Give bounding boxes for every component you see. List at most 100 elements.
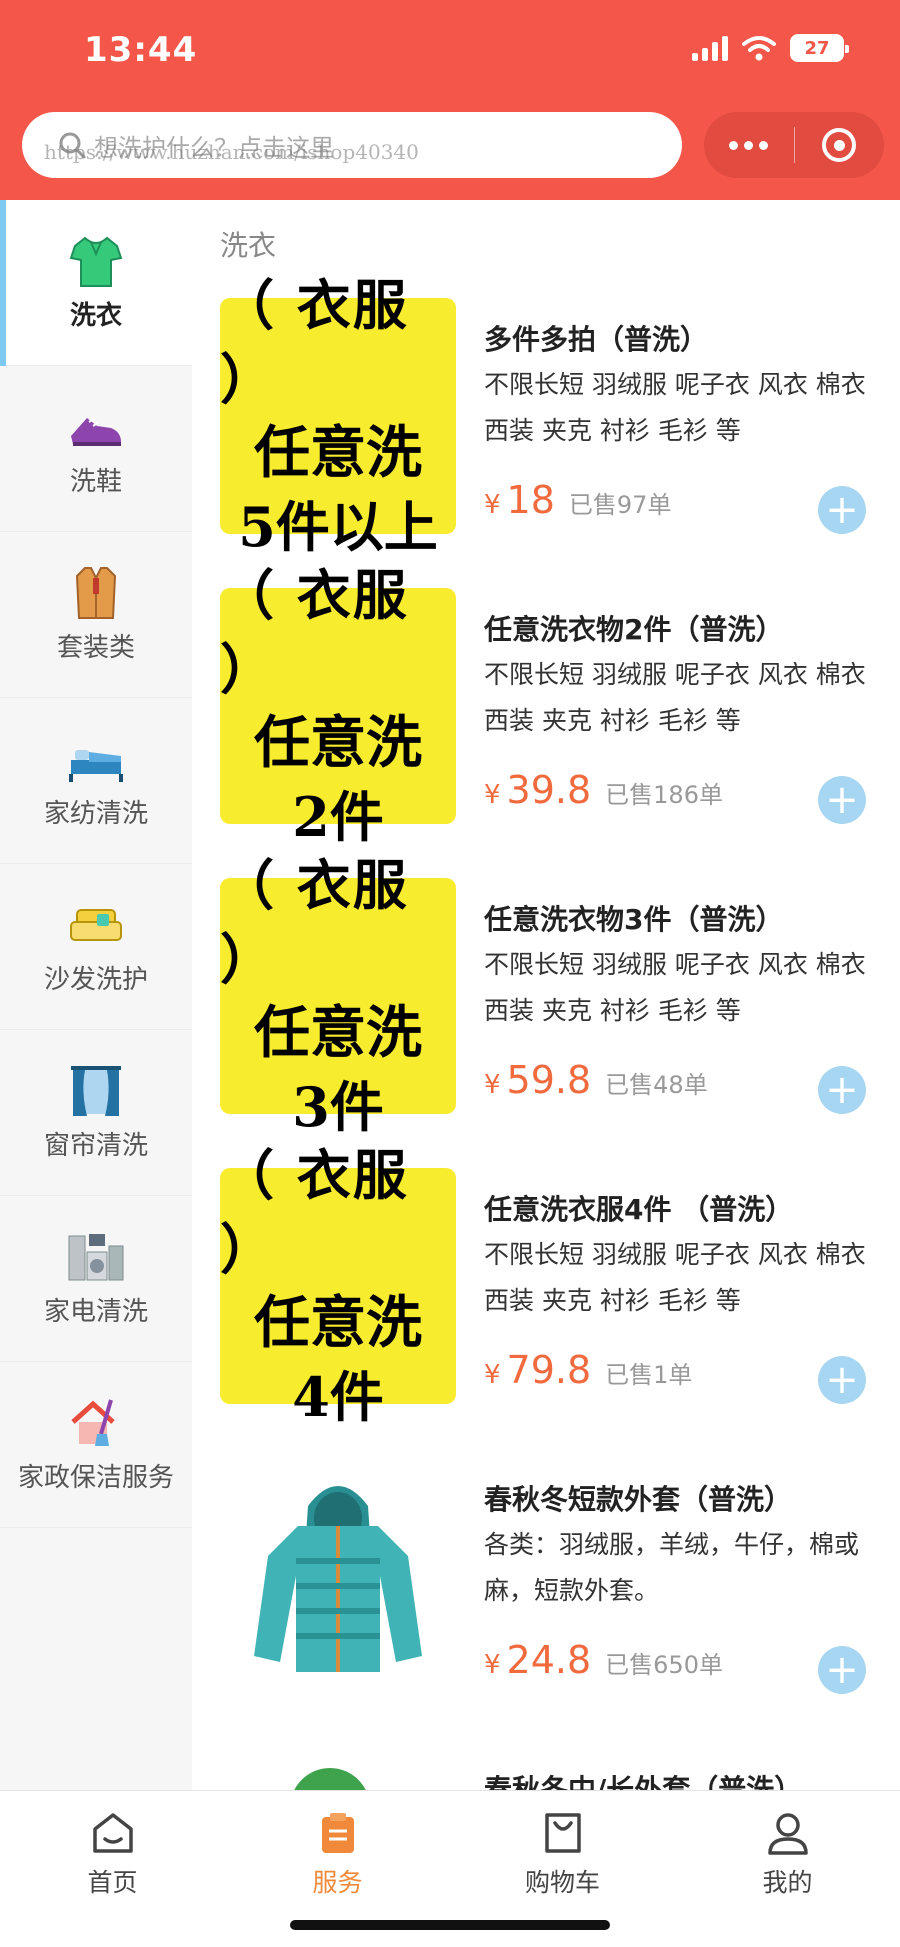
miniprogram-capsule xyxy=(704,112,884,178)
product-image: （ 衣服 ） 任意洗 5件以上 xyxy=(220,273,456,559)
add-to-cart-button[interactable]: + xyxy=(818,486,866,534)
product-card[interactable]: （ 衣服 ） 任意洗 3件 任意洗衣物3件（普洗） 不限长短 羽绒服 呢子衣 风… xyxy=(192,853,900,1168)
top-header: 13:44 27 想洗护什么？点击这里 https://www.huzhan.c… xyxy=(0,0,900,200)
sidebar-item-bedding[interactable]: 家纺清洗 xyxy=(0,698,192,864)
price-row: ¥24.8 已售650单 xyxy=(484,1638,723,1682)
tab-home[interactable]: 首页 xyxy=(0,1809,225,1899)
sold-count: 已售186单 xyxy=(605,781,723,809)
add-to-cart-button[interactable]: + xyxy=(818,1356,866,1404)
currency-symbol: ¥ xyxy=(484,1070,501,1100)
product-image-line: 任意洗 xyxy=(254,1290,422,1356)
product-description: 不限长短 羽绒服 呢子衣 风衣 棉衣 西装 夹克 衬衫 毛衫 等 xyxy=(484,1240,866,1315)
product-image-line: 3件 xyxy=(292,1075,384,1139)
price-row: ¥59.8 已售48单 xyxy=(484,1058,708,1102)
sidebar-item-label: 家政保洁服务 xyxy=(17,1462,174,1493)
product-image: （ 衣服 ） 任意洗 2件 xyxy=(220,563,456,849)
status-time: 13:44 xyxy=(84,30,198,70)
currency-symbol: ¥ xyxy=(484,490,501,520)
price-value: 59.8 xyxy=(506,1058,592,1102)
category-title: 洗衣 xyxy=(220,229,277,262)
jacket-image xyxy=(220,1458,456,1694)
more-menu-button[interactable] xyxy=(704,112,794,178)
status-icons: 27 xyxy=(692,34,849,62)
bed-icon xyxy=(67,730,125,788)
product-image-line: 任意洗 xyxy=(254,420,422,486)
tab-label: 服务 xyxy=(312,1868,363,1897)
price-value: 18 xyxy=(506,478,555,522)
tab-label: 购物车 xyxy=(524,1868,600,1897)
price-value: 79.8 xyxy=(506,1348,592,1392)
product-image-line: （ 衣服 ） xyxy=(220,563,409,701)
sidebar-item-curtains[interactable]: 窗帘清洗 xyxy=(0,1030,192,1196)
sidebar-item-laundry[interactable]: 洗衣 xyxy=(0,200,192,366)
add-to-cart-button[interactable]: + xyxy=(818,1066,866,1114)
close-miniprogram-button[interactable] xyxy=(795,112,885,178)
home-indicator xyxy=(290,1920,610,1930)
product-name: 春秋冬中/长外套（普洗） xyxy=(484,1773,803,1790)
product-price: ¥79.8 xyxy=(484,1348,591,1392)
sidebar-item-label: 洗衣 xyxy=(69,300,122,331)
product-name: 任意洗衣物2件（普洗） xyxy=(484,613,784,646)
sidebar-item-housekeeping[interactable]: 家政保洁服务 xyxy=(0,1362,192,1528)
currency-symbol: ¥ xyxy=(484,1360,501,1390)
product-price: ¥24.8 xyxy=(484,1638,591,1682)
sidebar-item-sofa[interactable]: 沙发洗护 xyxy=(0,864,192,1030)
price-row: ¥18 已售97单 xyxy=(484,478,671,522)
tab-label: 我的 xyxy=(762,1868,813,1897)
product-image-line: （ 衣服 ） xyxy=(220,853,409,991)
product-image: （ 衣服 ） 任意洗 3件 xyxy=(220,853,456,1139)
sold-count: 已售48单 xyxy=(605,1071,708,1099)
sidebar-item-suits[interactable]: 套装类 xyxy=(0,532,192,698)
product-description: 不限长短 羽绒服 呢子衣 风衣 棉衣 西装 夹克 衬衫 毛衫 等 xyxy=(484,660,866,735)
product-list: 洗衣 （ 衣服 ） 任意洗 5件以上 多件多拍（普洗） 不限长短 羽绒服 呢子衣… xyxy=(192,200,900,1790)
product-card[interactable]: （ 衣服 ） 任意洗 5件以上 多件多拍（普洗） 不限长短 羽绒服 呢子衣 风衣… xyxy=(192,273,900,588)
appliances-icon xyxy=(67,1228,125,1286)
product-price: ¥39.8 xyxy=(484,768,591,812)
clipboard-icon xyxy=(321,1813,354,1853)
currency-symbol: ¥ xyxy=(484,780,501,810)
product-price: ¥18 xyxy=(484,478,555,522)
price-row: ¥39.8 已售186单 xyxy=(484,768,723,812)
user-icon xyxy=(767,1813,808,1855)
product-price: ¥59.8 xyxy=(484,1058,591,1102)
sneaker-icon xyxy=(67,398,125,456)
battery-icon: 27 xyxy=(790,34,849,62)
battery-level: 27 xyxy=(804,37,830,59)
product-image-line: （ 衣服 ） xyxy=(220,1143,409,1281)
product-card[interactable]: 春秋冬短款外套（普洗） 各类：羽绒服，羊绒，牛仔，棉或麻，短款外套。 ¥24.8… xyxy=(192,1458,900,1748)
sidebar-item-label: 洗鞋 xyxy=(69,466,122,497)
sidebar-item-shoes[interactable]: 洗鞋 xyxy=(0,366,192,532)
product-card[interactable]: （ 衣服 ） 任意洗 2件 任意洗衣物2件（普洗） 不限长短 羽绒服 呢子衣 风… xyxy=(192,563,900,878)
product-card[interactable]: （ 衣服 ） 任意洗 4件 任意洗衣服4件 （普洗） 不限长短 羽绒服 呢子衣 … xyxy=(192,1143,900,1458)
category-sidebar: 洗衣 洗鞋 套装类 家纺清洗 沙发洗护 窗帘清洗 家电清洗 家政保洁服务 xyxy=(0,200,192,1790)
tab-profile[interactable]: 我的 xyxy=(675,1809,900,1899)
add-to-cart-button[interactable]: + xyxy=(818,776,866,824)
product-card[interactable]: 春秋冬中/长外套（普洗） xyxy=(192,1748,900,1790)
sidebar-item-label: 家纺清洗 xyxy=(43,798,148,829)
sidebar-item-appliances[interactable]: 家电清洗 xyxy=(0,1196,192,1362)
price-row: ¥79.8 已售1单 xyxy=(484,1348,692,1392)
wifi-icon xyxy=(742,36,776,61)
sidebar-item-label: 沙发洗护 xyxy=(43,964,148,995)
house-cleaning-icon xyxy=(67,1394,125,1452)
tab-label: 首页 xyxy=(87,1868,138,1897)
sidebar-item-label: 窗帘清洗 xyxy=(43,1130,148,1161)
product-description: 各类：羽绒服，羊绒，牛仔，棉或麻，短款外套。 xyxy=(484,1530,860,1605)
signal-icon xyxy=(692,35,728,61)
sold-count: 已售97单 xyxy=(568,491,672,519)
add-to-cart-button[interactable]: + xyxy=(818,1646,866,1694)
product-description: 不限长短 羽绒服 呢子衣 风衣 棉衣 西装 夹克 衬衫 毛衫 等 xyxy=(484,370,866,445)
watermark: https://www.huzhan.com/ishop40340 xyxy=(44,140,419,164)
sidebar-item-label: 套装类 xyxy=(56,632,135,663)
product-name: 任意洗衣物3件（普洗） xyxy=(484,903,784,936)
tab-service[interactable]: 服务 xyxy=(225,1809,450,1899)
product-name: 多件多拍（普洗） xyxy=(484,323,709,356)
sold-count: 已售1单 xyxy=(605,1361,693,1389)
home-icon xyxy=(92,1813,133,1853)
product-description: 不限长短 羽绒服 呢子衣 风衣 棉衣 西装 夹克 衬衫 毛衫 等 xyxy=(484,950,866,1025)
product-image: （ 衣服 ） 任意洗 4件 xyxy=(220,1143,456,1429)
shopping-bag-icon xyxy=(544,1813,581,1853)
target-icon xyxy=(822,128,857,162)
tab-cart[interactable]: 购物车 xyxy=(450,1809,675,1899)
product-image-line: 任意洗 xyxy=(254,1000,422,1066)
